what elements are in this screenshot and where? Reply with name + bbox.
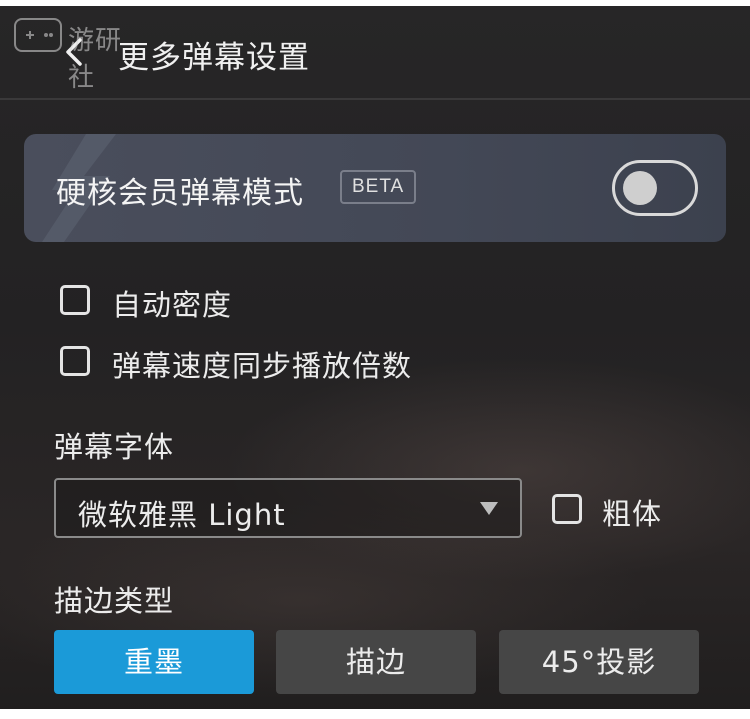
font-select-value: 微软雅黑 Light [78,498,286,532]
stroke-heavy-button[interactable]: 重墨 [54,630,254,694]
auto-density-label: 自动密度 [112,288,233,322]
font-section-label: 弹幕字体 [54,430,175,464]
watermark-text: 游研社 [68,26,123,93]
toggle-knob [623,171,657,205]
bold-label: 粗体 [602,497,663,531]
hardcore-mode-label: 硬核会员弹幕模式 [56,176,304,211]
bottom-edge [0,709,750,719]
hardcore-mode-toggle[interactable] [612,160,698,216]
speed-sync-checkbox[interactable] [60,346,90,376]
hardcore-mode-card: 硬核会员弹幕模式 BETA [24,134,726,242]
gamepad-icon [14,18,62,52]
danmaku-settings-panel: 更多弹幕设置 游研社 硬核会员弹幕模式 BETA 自动密度 弹幕速度同步播放倍数… [0,0,750,719]
bold-checkbox[interactable] [552,494,582,524]
stroke-shadow-button[interactable]: 45°投影 [499,630,699,694]
stroke-outline-button[interactable]: 描边 [276,630,476,694]
watermark-logo: 游研社 [14,14,134,93]
beta-badge: BETA [340,170,417,204]
page-title: 更多弹幕设置 [118,40,310,76]
speed-sync-label: 弹幕速度同步播放倍数 [112,349,413,383]
stroke-section-label: 描边类型 [54,584,175,618]
caret-down-icon [480,502,498,515]
auto-density-checkbox[interactable] [60,285,90,315]
font-select[interactable]: 微软雅黑 Light [54,478,522,538]
